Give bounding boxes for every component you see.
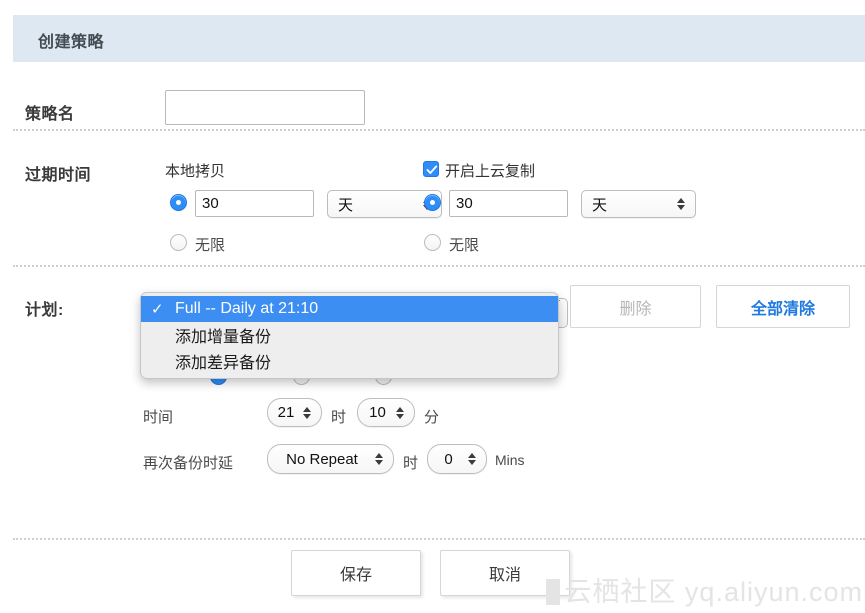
cloud-replication-checkbox[interactable] [423, 161, 439, 177]
time-hour-value: 21 [268, 404, 300, 421]
local-duration-input[interactable] [195, 190, 314, 217]
stepper-arrows-icon [372, 453, 386, 465]
repeat-minutes-stepper[interactable]: 0 [427, 444, 487, 474]
delete-plan-button[interactable]: 删除 [570, 285, 701, 328]
plan-menu-item-label: 添加增量备份 [175, 323, 271, 347]
check-icon: ✓ [151, 300, 175, 318]
clear-all-plans-button[interactable]: 全部清除 [716, 285, 850, 328]
time-hour-unit: 时 [331, 406, 346, 427]
cloud-duration-unit-select[interactable]: 天 [581, 190, 696, 218]
repeat-interval-select[interactable]: No Repeat [267, 444, 394, 474]
policy-name-label: 策略名 [25, 100, 75, 124]
expiration-label: 过期时间 [25, 161, 91, 185]
plan-menu-item-1[interactable]: 添加增量备份 [141, 322, 558, 348]
time-minute-unit: 分 [424, 406, 439, 427]
plan-menu-item-label: 添加差异备份 [175, 349, 271, 373]
repeat-minutes-unit: Mins [495, 452, 525, 468]
divider-after-policy-name [13, 129, 865, 131]
plan-label: 计划: [25, 296, 64, 320]
watermark-logo-icon [546, 579, 560, 605]
dialog-title-bar: 创建策略 [13, 15, 865, 62]
repeat-minutes-value: 0 [428, 451, 465, 468]
repeat-interval-value: No Repeat [268, 451, 372, 468]
plan-dropdown-menu[interactable]: ✓ Full -- Daily at 21:10 添加增量备份 添加差异备份 [140, 292, 559, 379]
time-minute-stepper[interactable]: 10 [357, 398, 415, 427]
local-duration-radio[interactable] [170, 194, 187, 211]
watermark: 云栖社区 yq.aliyun.com [546, 570, 863, 609]
save-button[interactable]: 保存 [291, 550, 421, 596]
delete-plan-button-label: 删除 [619, 295, 651, 319]
clear-all-plans-button-label: 全部清除 [751, 295, 815, 319]
cloud-duration-radio[interactable] [424, 194, 441, 211]
divider-after-expiration [13, 265, 865, 267]
local-duration-unit-value: 天 [328, 194, 420, 215]
plan-menu-item-label: Full -- Daily at 21:10 [175, 300, 318, 318]
time-label: 时间 [143, 406, 173, 427]
time-minute-value: 10 [358, 404, 393, 421]
stepper-arrows-icon [674, 198, 688, 210]
plan-menu-item-2[interactable]: 添加差异备份 [141, 348, 558, 374]
divider-before-footer [13, 538, 865, 540]
stepper-arrows-icon [300, 407, 314, 419]
check-icon [426, 164, 438, 176]
watermark-text: 云栖社区 yq.aliyun.com [564, 577, 863, 607]
cloud-duration-unit-value: 天 [582, 194, 674, 215]
cloud-replication-label: 开启上云复制 [445, 160, 535, 181]
policy-name-input[interactable] [165, 90, 365, 125]
stepper-arrows-icon [393, 407, 407, 419]
local-copy-heading: 本地拷贝 [165, 160, 225, 181]
repeat-interval-unit: 时 [403, 452, 418, 473]
local-unlimited-radio[interactable] [170, 234, 187, 251]
cloud-unlimited-label: 无限 [449, 234, 479, 255]
cloud-unlimited-radio[interactable] [424, 234, 441, 251]
cancel-button-label: 取消 [489, 561, 521, 585]
time-hour-stepper[interactable]: 21 [267, 398, 322, 427]
dialog-title: 创建策略 [38, 28, 104, 52]
cloud-duration-input[interactable] [449, 190, 568, 217]
repeat-delay-label: 再次备份时延 [143, 452, 233, 473]
plan-menu-item-0[interactable]: ✓ Full -- Daily at 21:10 [141, 296, 558, 322]
create-policy-dialog: 创建策略 策略名 过期时间 本地拷贝 天 无限 开启上云复制 天 无限 计划: [13, 15, 865, 613]
local-unlimited-label: 无限 [195, 234, 225, 255]
stepper-arrows-icon [465, 453, 479, 465]
save-button-label: 保存 [340, 561, 372, 585]
